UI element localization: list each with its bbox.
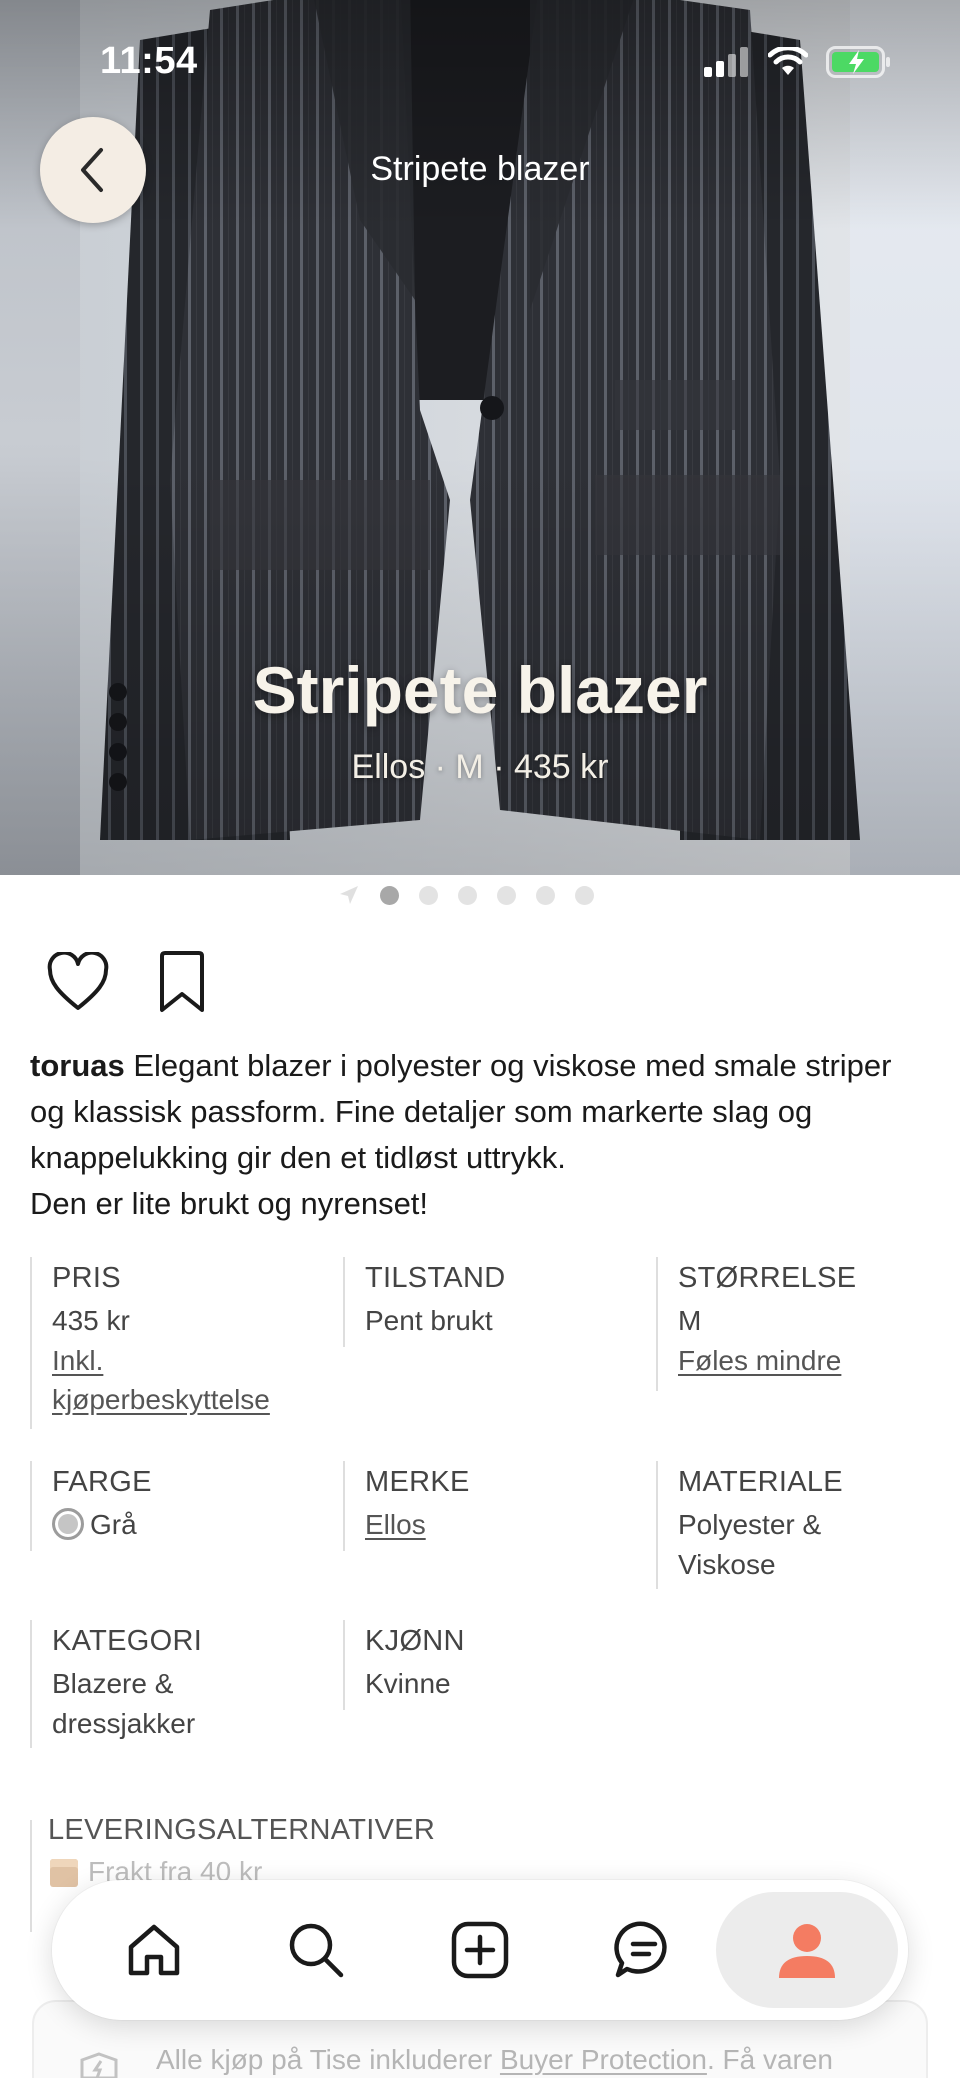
- buyer-protection-text: Alle kjøp på Tise inkluderer Buyer Prote…: [156, 2044, 833, 2076]
- tab-add-listing[interactable]: [430, 1900, 530, 2000]
- tab-profile[interactable]: [716, 1892, 898, 2008]
- detail-value: Polyester & Viskose: [678, 1509, 822, 1580]
- detail-label: STØRRELSE: [678, 1262, 857, 1294]
- detail-condition: TILSTAND Pent brukt: [343, 1257, 623, 1347]
- detail-size: STØRRELSE M Føles mindre: [656, 1257, 936, 1391]
- size-fit-link[interactable]: Føles mindre: [678, 1341, 936, 1380]
- seller-username[interactable]: toruas: [30, 1048, 125, 1083]
- header-title: Stripete blazer: [370, 150, 590, 188]
- description: toruas Elegant blazer i polyester og vis…: [30, 1043, 930, 1227]
- status-icons: [704, 46, 892, 78]
- detail-value: 435 kr: [52, 1305, 130, 1336]
- buyer-protection-link[interactable]: Buyer Protection: [500, 2044, 707, 2075]
- detail-gender: KJØNN Kvinne: [343, 1620, 623, 1710]
- home-icon: [128, 1924, 180, 1976]
- color-value-row: Grå: [52, 1505, 310, 1545]
- detail-label: FARGE: [52, 1466, 152, 1498]
- hero-subtitle: Ellos · M · 435 kr: [351, 748, 609, 786]
- profile-icon: [779, 1924, 835, 1978]
- color-swatch: [52, 1508, 84, 1540]
- detail-label: MATERIALE: [678, 1466, 843, 1498]
- detail-value: M: [678, 1305, 702, 1336]
- detail-category: KATEGORI Blazere & dressjakker: [30, 1620, 310, 1748]
- detail-material: MATERIALE Polyester & Viskose: [656, 1461, 906, 1589]
- product-image[interactable]: 11:54 Stripete blazer Stripete blazer El…: [0, 0, 960, 875]
- detail-brand: MERKE Ellos: [343, 1461, 623, 1551]
- tab-messages[interactable]: [594, 1900, 694, 2000]
- image-pagination[interactable]: [338, 884, 594, 906]
- tab-search[interactable]: [266, 1900, 366, 2000]
- tab-bar: [52, 1880, 908, 2020]
- cellular-signal-icon: [704, 47, 748, 77]
- heart-icon[interactable]: [46, 952, 110, 1012]
- package-icon: [50, 1859, 78, 1887]
- detail-value: Blazere & dressjakker: [52, 1668, 196, 1739]
- detail-price: PRIS 435 kr Inkl. kjøperbeskyttelse: [30, 1257, 310, 1429]
- page-dot[interactable]: [536, 885, 555, 905]
- detail-label: TILSTAND: [365, 1262, 506, 1294]
- page-dot[interactable]: [575, 885, 594, 905]
- tab-home[interactable]: [104, 1900, 204, 2000]
- hero-title: Stripete blazer: [252, 653, 708, 727]
- location-arrow-icon: [340, 886, 358, 904]
- footer-text-start: Alle kjøp på Tise inkluderer: [156, 2044, 500, 2075]
- battery-charging-icon: [826, 46, 890, 78]
- status-time: 11:54: [100, 40, 198, 82]
- detail-value: Kvinne: [365, 1668, 451, 1699]
- brand-link[interactable]: Ellos: [365, 1505, 623, 1544]
- delivery-heading: LEVERINGSALTERNATIVER: [48, 1814, 436, 1846]
- detail-value: Grå: [90, 1509, 137, 1540]
- hero-top-gradient: [0, 0, 960, 230]
- add-icon: [451, 1921, 509, 1979]
- detail-label: KATEGORI: [52, 1625, 203, 1657]
- buyer-protection-link[interactable]: Inkl. kjøperbeskyttelse: [52, 1341, 310, 1419]
- page-dot[interactable]: [419, 885, 438, 905]
- wifi-icon: [768, 47, 808, 75]
- bookmark-icon[interactable]: [156, 950, 208, 1014]
- detail-label: MERKE: [365, 1466, 470, 1498]
- detail-label: PRIS: [52, 1262, 121, 1294]
- detail-color: FARGE Grå: [30, 1461, 310, 1551]
- page-dot[interactable]: [458, 885, 477, 905]
- detail-label: KJØNN: [365, 1625, 465, 1657]
- delivery-divider: [30, 1820, 32, 1932]
- footer-text-end: . Få varen: [706, 2044, 833, 2075]
- shield-icon: [80, 2052, 118, 2078]
- description-text-2: Den er lite brukt og nyrenset!: [30, 1186, 429, 1221]
- page-dot[interactable]: [497, 885, 516, 905]
- page-dot-active[interactable]: [380, 885, 399, 905]
- description-text: Elegant blazer i polyester og viskose me…: [30, 1048, 892, 1175]
- messages-icon: [614, 1921, 667, 1978]
- detail-value: Pent brukt: [365, 1305, 493, 1336]
- search-icon: [289, 1923, 344, 1978]
